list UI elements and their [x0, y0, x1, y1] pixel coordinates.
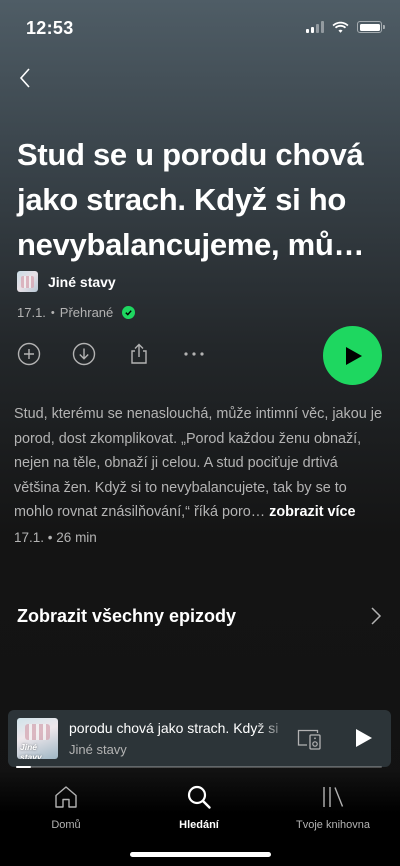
show-thumbnail	[17, 271, 38, 292]
home-icon	[53, 784, 79, 810]
status-time: 12:53	[26, 18, 74, 38]
chevron-left-icon	[19, 68, 30, 88]
chevron-right-icon	[371, 607, 382, 625]
all-episodes-link[interactable]: Zobrazit všechny epizody	[17, 600, 383, 632]
add-button[interactable]	[17, 342, 41, 366]
playback-progress	[16, 766, 382, 768]
separator-dot: •	[50, 306, 55, 319]
battery-icon	[357, 21, 385, 33]
mini-player-cover: Jiné stavy	[17, 718, 58, 759]
back-button[interactable]	[14, 66, 38, 90]
tab-home-label: Domů	[51, 819, 81, 831]
play-icon	[345, 346, 362, 365]
tab-search-label: Hledání	[179, 819, 219, 831]
play-icon	[356, 729, 372, 747]
played-label: Přehrané	[59, 305, 114, 320]
episode-date-duration: 17.1. • 26 min	[14, 530, 97, 545]
separator-dot: •	[47, 530, 53, 545]
mini-player-play-button[interactable]	[351, 726, 375, 750]
status-bar: 12:53	[0, 0, 400, 56]
description-text: Stud, kterému se nenaslouchá, může intim…	[14, 406, 382, 520]
progress-fill	[16, 766, 31, 768]
mini-player[interactable]: Jiné stavy porodu chová jako strach. Kdy…	[8, 710, 391, 767]
show-more-link[interactable]: zobrazit více	[269, 504, 355, 520]
cellular-signal-icon	[306, 21, 324, 33]
episode-meta-row: 17.1. • Přehrané	[17, 305, 136, 320]
mini-player-subtitle: Jiné stavy	[69, 742, 127, 757]
download-button[interactable]	[72, 342, 96, 366]
download-icon	[72, 342, 96, 366]
episode-actions	[17, 342, 237, 366]
tab-library-label: Tvoje knihovna	[296, 819, 370, 831]
episode-date: 17.1.	[17, 305, 46, 320]
episode-duration: 26 min	[56, 530, 97, 545]
library-icon	[320, 784, 346, 810]
status-icons	[306, 21, 385, 33]
tab-search[interactable]: Hledání	[139, 784, 259, 831]
play-episode-button[interactable]	[323, 326, 382, 385]
share-button[interactable]	[127, 342, 151, 366]
episode-meta-date: 17.1.	[14, 530, 45, 545]
share-icon	[131, 343, 147, 364]
add-icon	[17, 342, 41, 366]
show-link[interactable]: Jiné stavy	[17, 271, 116, 292]
cover-text: Jiné stavy	[20, 742, 42, 759]
connect-device-button[interactable]	[297, 727, 322, 751]
all-episodes-label: Zobrazit všechny epizody	[17, 605, 237, 626]
devices-icon	[297, 729, 321, 750]
more-options-button[interactable]	[182, 342, 206, 366]
wifi-icon	[332, 21, 349, 33]
mini-player-title: porodu chová jako strach. Když si	[69, 720, 279, 736]
tab-home[interactable]: Domů	[6, 784, 126, 831]
episode-title: Stud se u porodu chová jako strach. Když…	[17, 137, 365, 262]
tab-library[interactable]: Tvoje knihovna	[273, 784, 393, 831]
search-icon	[186, 784, 212, 810]
played-check-icon	[122, 306, 136, 319]
bottom-tab-bar: Domů Hledání Tvoje knihovna	[0, 770, 400, 866]
home-indicator	[130, 852, 271, 857]
more-options-icon	[184, 352, 204, 356]
episode-description: Stud, kterému se nenaslouchá, může intim…	[14, 402, 386, 525]
show-name: Jiné stavy	[48, 273, 116, 290]
